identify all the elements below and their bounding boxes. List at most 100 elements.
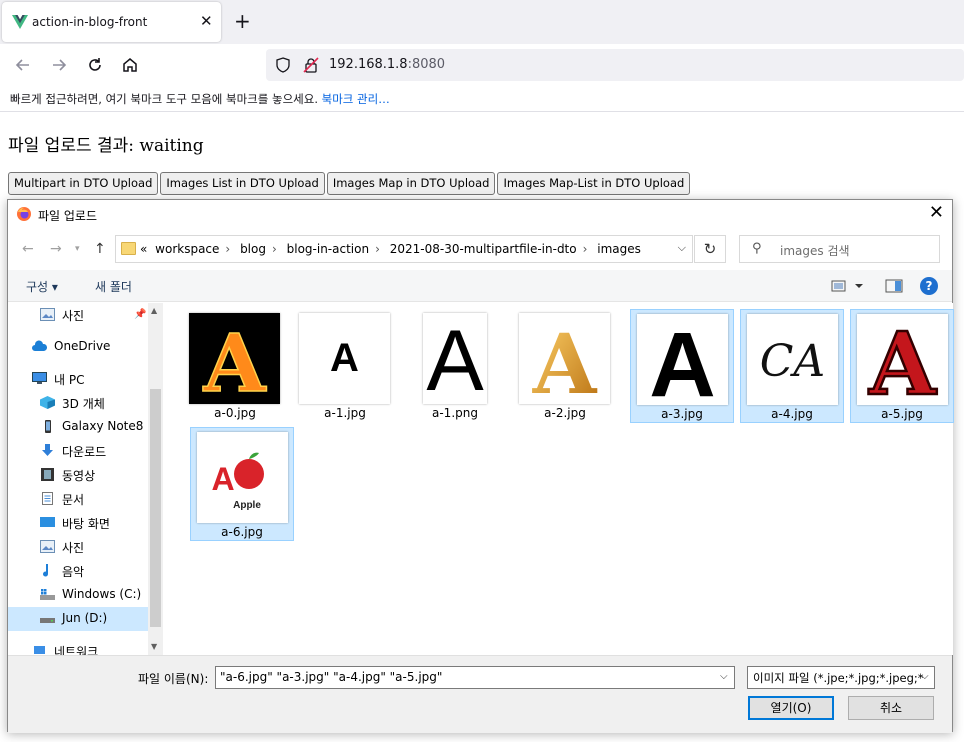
breadcrumb-workspace[interactable]: workspace <box>155 242 219 256</box>
dialog-toolbar: 구성 ▾ 새 폴더 ? <box>8 270 952 302</box>
pin-icon: 📌 <box>134 309 147 320</box>
nav-item-pictures[interactable]: 사진 <box>8 535 148 559</box>
dialog-back-icon[interactable]: ← <box>22 241 34 257</box>
file-name-label: 파일 이름(N): <box>138 672 209 686</box>
nav-item-this-pc[interactable]: 내 PC <box>8 367 148 391</box>
images-map-list-in-dto-upload-button[interactable]: Images Map-List in DTO Upload <box>497 172 691 195</box>
thumbnail-fire-a: A <box>189 313 280 404</box>
tab-close-icon[interactable]: ✕ <box>200 12 213 30</box>
thumbnail-plain-a: A <box>423 313 487 404</box>
search-icon: ⚲ <box>752 241 762 256</box>
drive-windows-icon <box>40 589 55 600</box>
upload-result-heading: 파일 업로드 결과: waiting <box>8 136 204 156</box>
dialog-forward-icon[interactable]: → <box>50 241 62 257</box>
dialog-footer: 파일 이름(N): "a-6.jpg" "a-3.jpg" "a-4.jpg" … <box>8 655 952 733</box>
nav-item-videos[interactable]: 동영상 <box>8 463 148 487</box>
file-item[interactable]: A a-2.jpg <box>513 309 617 423</box>
manage-bookmarks-link[interactable]: 북마크 관리… <box>322 92 390 106</box>
thumbnail-gold-a: A <box>519 313 610 404</box>
nav-item-3d-objects[interactable]: 3D 개체 <box>8 391 148 415</box>
nav-item-downloads[interactable]: 다운로드 <box>8 439 148 463</box>
breadcrumb-images[interactable]: images <box>597 242 641 256</box>
nav-item-desktop[interactable]: 바탕 화면 <box>8 511 148 535</box>
nav-item-onedrive[interactable]: OneDrive <box>8 335 148 359</box>
search-input[interactable]: ⚲ images 검색 <box>739 235 940 263</box>
nav-item-pictures-quick[interactable]: 사진 📌 <box>8 303 148 327</box>
pictures-icon <box>40 540 55 553</box>
back-arrow-icon[interactable] <box>14 56 34 76</box>
file-name-dropdown-icon[interactable]: ⌵ <box>720 671 728 682</box>
nav-item-jun-d[interactable]: Jun (D:) <box>8 607 148 631</box>
preview-pane-icon[interactable] <box>885 278 903 294</box>
file-type-select[interactable]: 이미지 파일 (*.jpe;*.jpg;*.jpeg;* <box>747 666 935 689</box>
drive-icon <box>40 618 55 623</box>
tab-title: action-in-blog-front <box>32 15 148 29</box>
browser-tab[interactable]: action-in-blog-front ✕ <box>2 2 221 42</box>
refresh-icon[interactable]: ↻ <box>694 235 726 263</box>
nav-item-windows-c[interactable]: Windows (C:) <box>8 583 148 607</box>
file-name: a-0.jpg <box>214 406 256 420</box>
breadcrumb-overflow[interactable]: « <box>140 242 147 256</box>
nav-item-music[interactable]: 음악 <box>8 559 148 583</box>
recent-locations-icon[interactable]: ▾ <box>75 244 80 254</box>
file-item[interactable]: A a-1.png <box>403 309 507 423</box>
desktop-icon <box>40 517 55 527</box>
search-placeholder: images 검색 <box>780 244 850 258</box>
document-icon <box>42 492 53 505</box>
help-icon[interactable]: ? <box>920 277 938 295</box>
phone-icon <box>45 420 51 433</box>
open-button[interactable]: 열기(O) <box>748 696 834 720</box>
new-tab-icon[interactable]: + <box>234 9 251 33</box>
breadcrumb-blog-in-action[interactable]: blog-in-action <box>287 242 369 256</box>
dialog-title: 파일 업로드 <box>38 209 98 223</box>
nav-scrollbar[interactable]: ▲ ▼ <box>148 303 163 655</box>
multipart-in-dto-upload-button[interactable]: Multipart in DTO Upload <box>8 172 159 195</box>
cancel-button[interactable]: 취소 <box>848 696 934 720</box>
music-icon <box>43 564 49 577</box>
scroll-up-icon[interactable]: ▲ <box>151 306 157 315</box>
file-name: a-3.jpg <box>661 407 703 421</box>
onedrive-icon <box>32 340 47 351</box>
organize-menu[interactable]: 구성 ▾ <box>26 278 58 295</box>
file-item[interactable]: A a-3.jpg <box>630 309 734 423</box>
breadcrumb-date-folder[interactable]: 2021-08-30-multipartfile-in-dto <box>390 242 577 256</box>
file-name-field[interactable]: "a-6.jpg" "a-3.jpg" "a-4.jpg" "a-5.jpg" <box>215 666 735 689</box>
images-list-in-dto-upload-button[interactable]: Images List in DTO Upload <box>160 172 325 195</box>
file-upload-dialog: 파일 업로드 ✕ ← → ▾ ↑ « workspace › blog › blog… <box>7 199 954 733</box>
file-name: a-1.png <box>432 406 478 420</box>
nav-item-documents[interactable]: 문서 <box>8 487 148 511</box>
up-folder-icon[interactable]: ↑ <box>94 241 106 257</box>
file-name: a-4.jpg <box>771 407 813 421</box>
file-item[interactable]: A a-0.jpg <box>183 309 287 423</box>
nav-item-galaxy-note8[interactable]: Galaxy Note8 <box>8 415 148 439</box>
url-bar[interactable]: 192.168.1.8:8080 <box>266 49 964 81</box>
file-item[interactable]: A a-5.jpg <box>850 309 954 423</box>
shield-icon[interactable] <box>275 57 291 73</box>
file-type-dropdown-icon[interactable]: ⌵ <box>921 671 929 682</box>
upload-button-row: Multipart in DTO Upload Images List in D… <box>8 172 691 195</box>
file-item[interactable]: A Apple a-6.jpg <box>190 427 294 541</box>
scrollbar-thumb[interactable] <box>150 389 161 627</box>
thumbnail-red-ornate-a: A <box>857 314 948 405</box>
insecure-lock-icon[interactable] <box>303 57 319 73</box>
3d-objects-icon <box>40 396 55 409</box>
view-options-icon[interactable] <box>831 279 867 293</box>
address-box[interactable]: « workspace › blog › blog-in-action › 2021-… <box>115 235 693 263</box>
breadcrumb-blog[interactable]: blog <box>240 242 266 256</box>
reload-icon[interactable] <box>86 56 106 76</box>
file-item[interactable]: A a-1.jpg <box>293 309 397 423</box>
firefox-icon <box>17 207 31 221</box>
nav-item-network[interactable]: 네트워크 <box>8 639 148 655</box>
images-map-in-dto-upload-button[interactable]: Images Map in DTO Upload <box>326 172 496 195</box>
forward-arrow-icon[interactable] <box>50 56 70 76</box>
thumb-letter: A <box>211 461 234 497</box>
dialog-close-icon[interactable]: ✕ <box>929 202 944 223</box>
file-item[interactable]: CA a-4.jpg <box>740 309 844 423</box>
address-dropdown-icon[interactable]: ⌵ <box>678 241 686 255</box>
new-folder-button[interactable]: 새 폴더 <box>95 278 132 295</box>
thumb-letter: A <box>649 314 715 405</box>
home-icon[interactable] <box>121 56 141 76</box>
scroll-down-icon[interactable]: ▼ <box>151 642 157 651</box>
thumb-letter: A <box>330 336 359 380</box>
url-text[interactable]: 192.168.1.8:8080 <box>329 57 445 72</box>
